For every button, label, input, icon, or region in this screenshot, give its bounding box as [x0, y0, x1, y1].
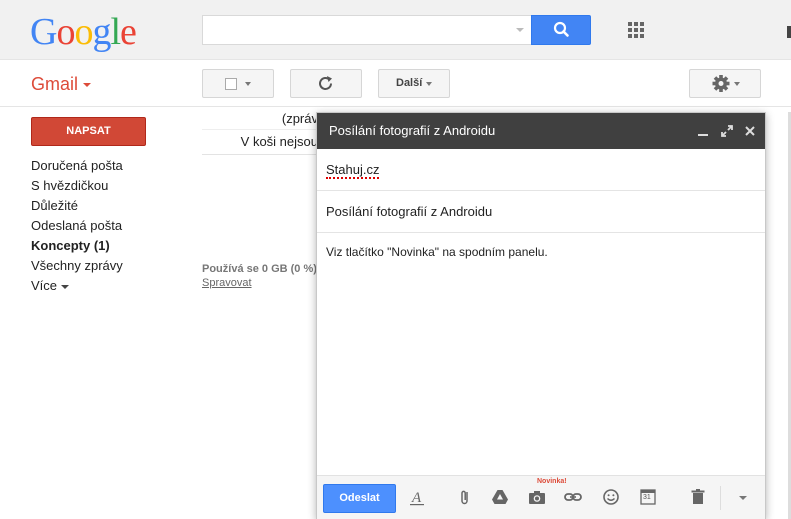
search-button[interactable] [531, 15, 591, 45]
link-icon[interactable] [564, 488, 582, 506]
svg-text:A: A [411, 490, 422, 506]
logo-letter: g [92, 11, 111, 53]
recipient-value: Stahuj.cz [326, 162, 380, 179]
search-input[interactable] [202, 15, 532, 45]
minimize-icon[interactable] [696, 124, 710, 138]
search-dropdown-icon[interactable] [516, 28, 524, 32]
drive-icon[interactable] [491, 488, 509, 506]
sidebar-item-drafts[interactable]: Koncepty (1) [31, 236, 123, 256]
more-actions-button[interactable]: Další [378, 69, 450, 98]
refresh-button[interactable] [290, 69, 362, 98]
trash-icon[interactable] [689, 488, 707, 506]
footer-divider [720, 486, 721, 510]
compose-title: Posílání fotografií z Androidu [329, 123, 496, 138]
google-logo[interactable]: Google [30, 11, 137, 53]
gmail-menu[interactable]: Gmail [31, 74, 92, 95]
sidebar-item-important[interactable]: Důležité [31, 196, 123, 216]
top-bar: Google [0, 0, 791, 60]
chevron-down-icon [61, 284, 70, 289]
sidebar-item-starred[interactable]: S hvězdičkou [31, 176, 123, 196]
message-list-text: (zpráv [202, 108, 318, 130]
camera-icon[interactable] [528, 488, 546, 506]
emoji-icon[interactable] [602, 488, 620, 506]
logo-letter: e [120, 11, 137, 53]
trash-empty-text: V koši nejsou [202, 131, 318, 155]
logo-letter: o [56, 11, 75, 53]
chevron-down-icon [426, 82, 432, 86]
expand-icon[interactable] [720, 124, 734, 138]
checkbox-icon [225, 78, 237, 90]
calendar-day: 31 [643, 494, 651, 501]
account-edge[interactable] [787, 26, 791, 38]
sidebar-item-inbox[interactable]: Doručená pošta [31, 156, 123, 176]
subject-field[interactable]: Posílání fotografií z Androidu [317, 191, 765, 233]
chevron-down-icon [245, 82, 251, 86]
select-checkbox-button[interactable] [202, 69, 274, 98]
sidebar-item-sent[interactable]: Odeslaná pošta [31, 216, 123, 236]
subject-value: Posílání fotografií z Androidu [326, 204, 493, 219]
calendar-icon[interactable]: 31 [639, 488, 657, 506]
apps-grid-icon[interactable] [628, 22, 644, 38]
logo-letter: l [110, 11, 121, 53]
more-actions-label: Další [396, 77, 423, 89]
compose-header[interactable]: Posílání fotografií z Androidu [317, 113, 765, 149]
search-icon [553, 21, 569, 37]
close-icon[interactable] [743, 124, 757, 138]
compose-footer: Odeslat A Novinka! 31 [317, 475, 765, 519]
gear-icon [712, 75, 740, 92]
recipient-field[interactable]: Stahuj.cz [317, 149, 765, 191]
more-options-icon[interactable] [734, 488, 752, 506]
new-feature-badge: Novinka! [537, 478, 567, 485]
compose-dialog: Posílání fotografií z Androidu Stahuj.cz… [316, 112, 766, 519]
sidebar-item-all-mail[interactable]: Všechny zprávy [31, 256, 123, 276]
compose-button[interactable]: NAPSAT [31, 117, 146, 146]
sidebar-more-label: Více [31, 278, 58, 293]
manage-storage-link[interactable]: Spravovat [202, 277, 252, 289]
settings-button[interactable] [689, 69, 761, 98]
logo-letter: G [30, 11, 57, 53]
sidebar-item-more[interactable]: Více [31, 276, 123, 296]
sidebar-nav: Doručená pošta S hvězdičkou Důležité Ode… [31, 156, 123, 296]
message-body[interactable]: Viz tlačítko "Novinka" na spodním panelu… [326, 245, 548, 259]
send-button[interactable]: Odeslat [323, 484, 396, 513]
storage-usage: Používá se 0 GB (0 %) [202, 263, 317, 275]
refresh-icon [319, 76, 332, 90]
gmail-label: Gmail [31, 74, 79, 94]
mail-toolbar: Gmail Další [0, 61, 791, 107]
attach-icon[interactable] [456, 488, 474, 506]
gmail-caret-icon [83, 83, 92, 88]
logo-letter: o [74, 11, 93, 53]
formatting-icon[interactable]: A [408, 488, 426, 506]
